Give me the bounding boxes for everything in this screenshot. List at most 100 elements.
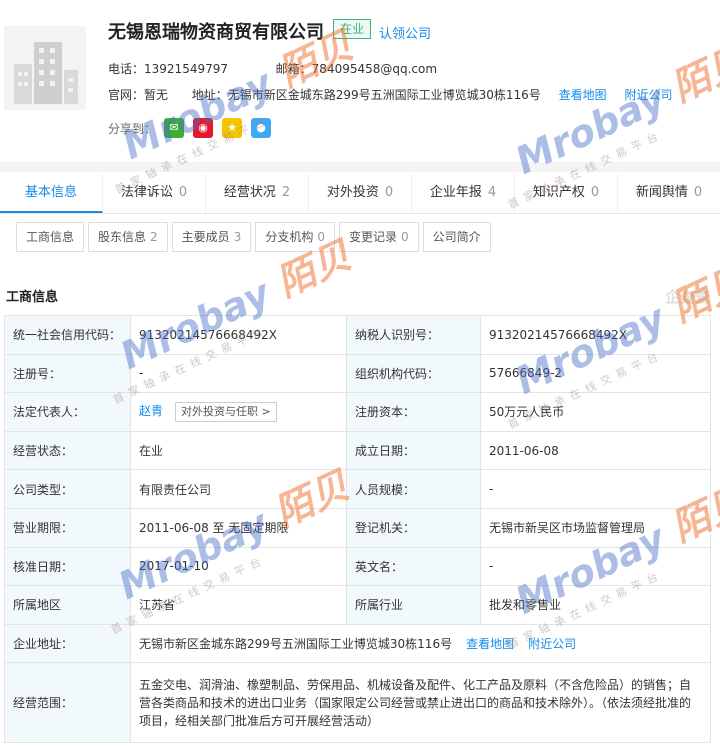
company-name: 无锡恩瑞物资商贸有限公司 <box>108 22 324 43</box>
term-value: 2011-06-08 至 无固定期限 <box>130 507 347 548</box>
tab-label: 法律诉讼 <box>120 185 173 200</box>
status-badge: 在业 <box>333 19 372 39</box>
tab-legal[interactable]: 法律诉讼 0 <box>103 174 206 213</box>
tab-label: 经营状况 <box>223 185 276 200</box>
subtab-business-info[interactable]: 工商信息 <box>16 222 85 252</box>
email-value[interactable]: 784095458@qq.com <box>312 62 437 76</box>
divider <box>0 162 720 172</box>
company-logo <box>4 26 86 110</box>
phone-label: 电话： <box>108 62 145 76</box>
tab-count: 0 <box>693 185 703 200</box>
tab-basic-info[interactable]: 基本信息 <box>0 174 103 213</box>
company-address-cell: 无锡市新区金城东路299号五洲国际工业博览城30栋116号 查看地图 附近公司 <box>130 623 711 664</box>
company-header: 无锡恩瑞物资商贸有限公司 在业 认领公司 电话：13921549797 邮箱：7… <box>0 0 720 160</box>
qq-icon[interactable]: ● <box>251 118 272 138</box>
business-scope-value: 五金交电、润滑油、橡塑制品、劳保用品、机械设备及配件、化工产品及原料（不含危险品… <box>130 662 711 744</box>
tab-operations[interactable]: 经营状况 2 <box>206 174 309 213</box>
invest-positions-button[interactable]: 对外投资与任职 > <box>175 401 277 422</box>
subtab-count: 0 <box>317 230 325 244</box>
sub-tabs: 工商信息 股东信息 2 主要成员 3 分支机构 0 变更记录 0 公司简介 <box>16 222 495 252</box>
company-address-value: 无锡市新区金城东路299号五洲国际工业博览城30栋116号 <box>139 637 453 652</box>
wechat-icon[interactable]: ✉ <box>164 118 185 138</box>
subtab-count: 0 <box>401 230 409 244</box>
phone-value: 13921549797 <box>144 62 228 76</box>
region-value: 江苏省 <box>130 585 347 625</box>
capital-value: 50万元人民币 <box>480 392 711 432</box>
industry-label: 所属行业 <box>346 585 481 625</box>
claim-company-link[interactable]: 认领公司 <box>379 23 431 42</box>
term-label: 营业期限： <box>4 507 131 548</box>
subtab-profile[interactable]: 公司简介 <box>422 222 491 252</box>
legal-rep-cell: 赵青 对外投资与任职 > <box>130 392 347 432</box>
subtab-label: 主要成员 <box>181 230 230 244</box>
contact-line: 电话：13921549797 邮箱：784095458@qq.com <box>108 60 437 77</box>
nearby-companies-link[interactable]: 附近公司 <box>624 88 672 102</box>
view-map-link[interactable]: 查看地图 <box>559 88 607 102</box>
op-status-label: 经营状态： <box>4 430 131 471</box>
subtab-branches[interactable]: 分支机构 0 <box>255 222 335 252</box>
email-label: 邮箱： <box>275 62 312 76</box>
tab-ip[interactable]: 知识产权 0 <box>515 174 618 213</box>
op-status-value: 在业 <box>130 430 347 471</box>
tab-count: 0 <box>590 185 600 200</box>
capital-label: 注册资本： <box>346 392 481 432</box>
staff-size-value: - <box>480 469 711 509</box>
table-row: 营业期限： 2011-06-08 至 无固定期限 登记机关： 无锡市新吴区市场监… <box>4 507 711 548</box>
site-address-line: 官网：暂无 地址：无锡市新区金城东路299号五洲国际工业博览城30栋116号 查… <box>108 86 672 103</box>
tab-count: 2 <box>281 185 291 200</box>
subtab-label: 公司简介 <box>432 230 481 244</box>
authority-label: 登记机关： <box>346 507 481 548</box>
credit-code-value: 91320214576668492X <box>130 315 347 355</box>
table-row: 经营范围： 五金交电、润滑油、橡塑制品、劳保用品、机械设备及配件、化工产品及原料… <box>4 662 711 744</box>
subtab-shareholders[interactable]: 股东信息 2 <box>88 222 168 252</box>
est-date-value: 2011-06-08 <box>480 430 711 471</box>
tab-news[interactable]: 新闻舆情 0 <box>618 174 720 213</box>
authority-value: 无锡市新吴区市场监督管理局 <box>480 507 711 548</box>
legal-rep-label: 法定代表人： <box>4 392 131 432</box>
subtab-label: 变更记录 <box>348 230 397 244</box>
company-type-label: 公司类型： <box>4 469 131 509</box>
table-row: 所属地区 江苏省 所属行业 批发和零售业 <box>4 585 711 625</box>
qzone-icon[interactable]: ★ <box>222 118 243 138</box>
tab-count: 0 <box>384 185 394 200</box>
est-date-label: 成立日期： <box>346 430 481 471</box>
weibo-icon[interactable]: ◉ <box>193 118 214 138</box>
subtab-label: 分支机构 <box>265 230 314 244</box>
approve-date-label: 核准日期： <box>4 546 131 587</box>
subtab-members[interactable]: 主要成员 3 <box>171 222 252 252</box>
business-scope-label: 经营范围： <box>4 662 131 744</box>
company-type-value: 有限责任公司 <box>130 469 347 509</box>
tab-count: 0 <box>178 185 188 200</box>
tab-investment[interactable]: 对外投资 0 <box>309 174 412 213</box>
share-row: 分享到： ✉ ◉ ★ ● <box>108 118 280 138</box>
org-code-label: 组织机构代码： <box>346 353 481 394</box>
subtab-changes[interactable]: 变更记录 0 <box>338 222 419 252</box>
subtab-count: 2 <box>150 230 158 244</box>
company-address-label: 企业地址： <box>4 623 131 664</box>
website-value: 暂无 <box>144 88 169 102</box>
industry-value: 批发和零售业 <box>480 585 711 625</box>
tab-label: 知识产权 <box>532 185 585 200</box>
region-label: 所属地区 <box>4 585 131 625</box>
table-row: 核准日期： 2017-01-10 英文名： - <box>4 546 711 587</box>
legal-rep-link[interactable]: 赵青 <box>139 404 163 418</box>
table-row: 统一社会信用代码： 91320214576668492X 纳税人识别号： 913… <box>4 315 711 355</box>
subtab-count: 3 <box>233 230 242 244</box>
main-tabs: 基本信息 法律诉讼 0 经营状况 2 对外投资 0 企业年报 4 知识产权 0 新闻舆情 0 <box>0 174 720 214</box>
table-row: 注册号： - 组织机构代码： 57666849-2 <box>4 353 711 394</box>
english-name-value: - <box>480 546 711 587</box>
section-title: 工商信息 <box>6 290 59 305</box>
tax-id-label: 纳税人识别号： <box>346 315 481 355</box>
tab-count: 4 <box>487 185 497 200</box>
address-map-link[interactable]: 查看地图 <box>466 637 514 651</box>
table-row: 公司类型： 有限责任公司 人员规模： - <box>4 469 711 509</box>
business-info-table: 统一社会信用代码： 91320214576668492X 纳税人识别号： 913… <box>4 315 711 744</box>
reg-no-label: 注册号： <box>4 353 131 394</box>
tab-label: 基本信息 <box>24 185 77 200</box>
address-nearby-link[interactable]: 附近公司 <box>528 637 576 651</box>
website-label: 官网： <box>108 88 145 102</box>
table-row: 企业地址： 无锡市新区金城东路299号五洲国际工业博览城30栋116号 查看地图附… <box>4 623 711 664</box>
staff-size-label: 人员规模： <box>346 469 481 509</box>
table-row: 经营状态： 在业 成立日期： 2011-06-08 <box>4 430 711 471</box>
tab-annual-report[interactable]: 企业年报 4 <box>412 174 515 213</box>
